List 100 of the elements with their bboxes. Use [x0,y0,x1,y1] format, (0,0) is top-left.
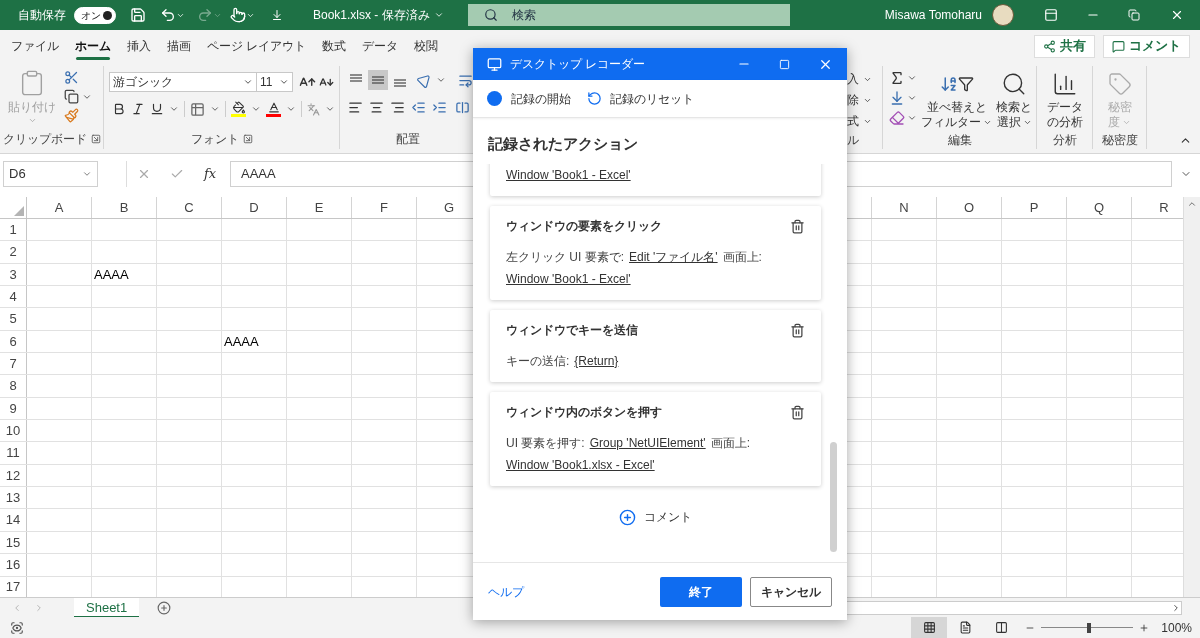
add-comment-button[interactable]: コメント [619,508,692,526]
ribbon-tab[interactable]: 挿入 [119,31,159,61]
zoom-level[interactable]: 100% [1161,618,1192,637]
row-header[interactable]: 16 [5,555,21,575]
touch-mode-icon[interactable] [230,7,246,23]
font-name-select[interactable]: 游ゴシック [109,72,257,92]
row-header[interactable]: 17 [5,577,21,597]
avatar[interactable] [992,4,1014,26]
delete-icon[interactable] [790,404,805,420]
row-header[interactable]: 2 [9,242,17,262]
find-select-button[interactable]: 検索と 選択 [996,68,1032,130]
column-header[interactable]: C [184,197,194,218]
row-header[interactable]: 15 [5,532,21,553]
file-title[interactable]: Book1.xlsx - 保存済み [313,6,444,24]
ribbon-display-icon[interactable] [1044,8,1058,22]
restore-icon[interactable] [1128,9,1140,21]
dialog-launcher-icon[interactable] [90,134,101,144]
fill-down-icon[interactable] [889,90,905,106]
cut-icon[interactable] [64,70,79,85]
font-color-icon[interactable] [266,101,281,117]
help-link[interactable]: ヘルプ [488,582,524,601]
share-button[interactable]: 共有 [1034,34,1095,58]
name-box[interactable]: D6 [3,161,98,187]
cancel-button[interactable]: キャンセル [750,576,832,607]
close-icon[interactable] [1170,8,1184,22]
row-header[interactable]: 11 [6,443,20,463]
scroll-right-icon[interactable] [1171,602,1181,613]
ribbon-tab[interactable]: ホーム [67,31,119,61]
chevron-icon[interactable] [251,104,261,114]
user-name[interactable]: Misawa Tomoharu [884,6,982,24]
row-header[interactable]: 9 [9,398,17,419]
autosave-toggle[interactable]: オン [74,6,116,24]
ribbon-tab[interactable]: 描画 [159,31,199,61]
indent-decrease-icon[interactable] [411,100,426,115]
font-size-select[interactable]: 11 [257,72,293,92]
customize-toolbar-icon[interactable] [271,9,283,21]
analyze-data-button[interactable]: データ の分析 [1037,66,1092,130]
chevron-icon[interactable] [325,104,335,114]
autosum-icon[interactable] [889,70,905,86]
row-header[interactable]: 6 [9,331,17,352]
action-link[interactable]: Edit 'ファイル名' [629,248,718,266]
column-header[interactable]: E [314,197,324,218]
enter-icon[interactable] [170,167,185,181]
row-header[interactable]: 8 [9,376,17,396]
ribbon-tab[interactable]: データ [354,31,407,61]
reset-recording-button[interactable]: 記録のリセット [587,89,694,108]
column-header[interactable]: Q [1093,197,1105,218]
row-header[interactable]: 12 [5,465,21,486]
search-field[interactable]: 検索 [467,4,790,26]
chevron-icon[interactable] [433,10,444,20]
underline-icon[interactable] [150,102,164,116]
column-header[interactable]: N [899,197,909,218]
dialog-launcher-icon[interactable] [242,134,253,144]
delete-icon[interactable] [790,322,805,338]
ribbon-tab[interactable]: 数式 [314,31,355,61]
chevron-icon[interactable] [169,104,179,114]
column-header[interactable]: G [443,197,455,218]
column-header[interactable]: A [54,197,64,218]
zoom-slider-thumb[interactable] [1087,622,1092,633]
row-header[interactable]: 3 [9,264,17,285]
chevron-icon[interactable] [436,75,446,85]
row-header[interactable]: 5 [9,309,17,329]
action-link[interactable]: Group 'NetUIElement' [589,434,706,452]
scrollbar-thumb[interactable] [830,442,837,552]
column-header[interactable]: R [1159,197,1169,218]
row-header[interactable]: 14 [5,510,21,530]
align-center-icon[interactable] [369,100,384,115]
action-card[interactable]: ウィンドウ内のボタンを押す UI 要素を押す: Group 'NetUIElement' 画面上: Window 'Book1.xlsx - Excel' [490,392,821,486]
action-card[interactable]: ウィンドウの要素をクリック 左クリック UI 要素で: Edit 'ファイル名' 画面上: Window 'Book1 - Excel' [490,206,821,300]
action-card[interactable]: ウィンドウでキーを送信 キーの送信: {Return} [490,310,821,382]
action-link[interactable]: Window 'Book1 - Excel' [506,270,631,288]
row-header[interactable]: 7 [9,354,17,374]
comment-button[interactable]: コメント [1103,34,1190,58]
save-icon[interactable] [130,7,146,23]
ribbon-menu-item[interactable]: 除 [847,91,882,109]
ribbon-tab[interactable]: 校閲 [406,31,447,61]
align-right-icon[interactable] [390,100,405,115]
ribbon-menu-item[interactable]: 入 [847,70,882,88]
action-link[interactable]: Window 'Book1.xlsx - Excel' [506,456,655,474]
bold-icon[interactable] [112,102,126,116]
column-header[interactable]: D [249,197,259,218]
phonetic-icon[interactable] [307,102,320,116]
copy-icon[interactable] [64,89,79,104]
row-header[interactable]: 10 [5,421,21,441]
fill-color-icon[interactable] [231,101,246,117]
italic-icon[interactable] [131,102,145,116]
finish-button[interactable]: 終了 [660,576,742,607]
ribbon-tab[interactable]: ファイル [3,31,67,61]
insert-function-button[interactable]: fx [204,164,217,184]
column-header[interactable]: B [119,197,129,218]
column-header[interactable]: P [1029,197,1039,218]
add-sheet-icon[interactable] [157,600,172,615]
borders-icon[interactable] [190,101,205,117]
undo-icon[interactable] [160,7,176,23]
ribbon-tab[interactable]: ページ レイアウト [199,31,315,61]
align-left-icon[interactable] [348,100,363,115]
sort-filter-button[interactable]: 並べ替えと フィルター [921,68,992,130]
clear-icon[interactable] [889,110,905,126]
zoom-in-icon[interactable] [1139,622,1150,633]
chevron-icon[interactable] [286,104,296,114]
